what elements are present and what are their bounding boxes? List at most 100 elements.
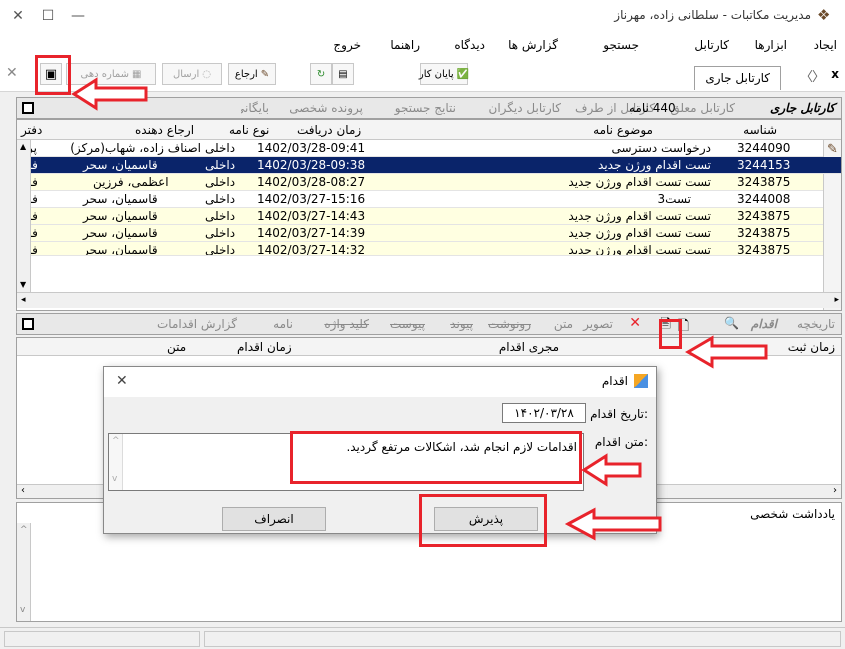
text-scrollbar[interactable]: ^ v — [109, 434, 123, 490]
menu-search[interactable]: جستجو — [603, 38, 639, 52]
tab-text[interactable]: متن — [554, 317, 573, 331]
scroll-up-icon[interactable]: ▲ — [20, 142, 26, 151]
scroll-right-icon[interactable]: ▸ — [834, 295, 839, 305]
tab-image[interactable]: تصویر — [583, 317, 613, 331]
toolbar-close-icon[interactable]: x — [831, 67, 839, 81]
app-logo-icon: ❖ — [817, 6, 831, 24]
nav-back-icon[interactable]: 〈 — [800, 66, 813, 85]
cell-type: داخلی — [205, 192, 236, 206]
tab-search-results[interactable]: نتایج جستجو — [395, 101, 456, 115]
title-bar: ❖ مدیریت مکاتبات - سلطانی زاده، مهرناز —… — [0, 0, 845, 34]
col-action-time[interactable]: زمان اقدام — [237, 340, 292, 354]
scroll-up-icon[interactable]: ^ — [20, 525, 28, 535]
cell-id: 3243875 — [737, 243, 791, 256]
maximize-button[interactable]: ☐ — [34, 6, 62, 26]
save-icon: ▣ — [44, 66, 58, 82]
col-referrer[interactable]: ارجاع دهنده — [135, 123, 194, 137]
table-row[interactable]: 3244008 تست3 1402/03/27-15:16 داخلی قاسم… — [17, 191, 823, 208]
col-subject[interactable]: موضوع نامه — [593, 123, 653, 137]
col-text[interactable]: متن — [167, 340, 186, 354]
restore-icon[interactable] — [22, 318, 34, 330]
col-received[interactable]: زمان دریافت — [297, 123, 361, 137]
cancel-button[interactable]: انصراف — [222, 507, 326, 531]
cell-subject: تست اقدام ورژن جدید — [598, 158, 711, 172]
menu-help[interactable]: راهنما — [390, 38, 420, 52]
cell-type: داخلی — [205, 226, 236, 240]
table-row[interactable]: 3243875 تست تست اقدام ورژن جدید 1402/03/… — [17, 174, 823, 191]
table-row[interactable]: 3244090 درخواست دسترسی 1402/03/28-09:41 … — [17, 140, 823, 157]
col-reg-time[interactable]: زمان ثبت — [788, 340, 835, 354]
scroll-down-icon[interactable]: v — [20, 605, 25, 615]
tab-current-cartable[interactable]: کارتابل جاری — [694, 66, 781, 90]
cell-type: داخلی — [205, 209, 236, 223]
sheet-number-button[interactable]: ▦ شماره دهی — [66, 63, 156, 85]
notes-label: یادداشت شخصی — [750, 507, 835, 521]
refresh-button[interactable]: ↻ — [310, 63, 332, 85]
date-input[interactable]: ۱۴۰۲/۰۳/۲۸ — [502, 403, 586, 423]
dialog-close-icon[interactable]: ✕ — [116, 373, 128, 389]
new-action-icon[interactable]: 🗋 — [678, 315, 689, 339]
action-text-input[interactable]: اقدامات لازم انجام شد، اشکالات مرتفع گرد… — [108, 433, 584, 491]
cell-subject: تست تست اقدام ورژن جدید — [568, 243, 711, 256]
table-row[interactable]: 3243875 تست تست اقدام ورژن جدید 1402/03/… — [17, 208, 823, 225]
delete-icon[interactable]: ✕ — [629, 315, 641, 331]
table-row-selected[interactable]: 3244153 تست اقدام ورژن جدید 1402/03/28-0… — [17, 157, 841, 174]
scroll-up-icon[interactable]: ^ — [112, 436, 120, 446]
scroll-left-icon[interactable]: ◂ — [21, 295, 26, 305]
tab-attachment[interactable]: پیوست — [390, 317, 425, 331]
col-id[interactable]: شناسه — [743, 123, 777, 137]
print-button[interactable]: ▤ — [332, 63, 354, 85]
menu-create[interactable]: ایجاد — [814, 38, 837, 52]
cell-referrer: قاسمیان، سحر — [83, 226, 158, 240]
menu-view[interactable]: دیدگاه — [454, 38, 485, 52]
tab-cartable-current[interactable]: کارتابل جاری — [770, 101, 835, 115]
tab-link[interactable]: پیوند — [450, 317, 473, 331]
menu-tools[interactable]: ابزارها — [755, 38, 787, 52]
status-panel — [204, 631, 841, 647]
minimize-button[interactable]: — — [64, 6, 92, 26]
tab-cartable-suspended[interactable]: کارتابل معلق — [670, 101, 735, 115]
tab-letter[interactable]: نامه — [273, 317, 293, 331]
scroll-down-icon[interactable]: ▼ — [20, 280, 26, 289]
table-row[interactable]: 3243875 تست تست اقدام ورژن جدید 1402/03/… — [17, 242, 823, 256]
menu-cartable[interactable]: کارتابل — [694, 38, 729, 52]
col-office[interactable]: دفتر — [21, 123, 42, 137]
accept-button[interactable]: پذیرش — [434, 507, 538, 531]
tab-history[interactable]: تاریخچه — [797, 317, 835, 331]
menu-reports[interactable]: گزارش ها — [508, 38, 558, 52]
horizontal-scrollbar[interactable]: ◂ ▸ — [17, 292, 841, 308]
scroll-left-icon[interactable]: ‹ — [21, 485, 25, 496]
tab-action-report[interactable]: گزارش اقدامات — [157, 317, 237, 331]
cell-type: داخلی — [205, 141, 236, 155]
menu-exit[interactable]: خروج — [333, 38, 361, 52]
window-title: مدیریت مکاتبات - سلطانی زاده، مهرناز — [614, 8, 811, 22]
notes-scrollbar[interactable]: ^ v — [17, 523, 31, 621]
send-button[interactable]: ◌ ارسال — [162, 63, 222, 85]
end-work-button[interactable]: ✅ پایان کار — [419, 63, 469, 85]
preview-icon[interactable]: 🔍 — [724, 316, 739, 330]
cell-type: داخلی — [205, 158, 236, 172]
attach-icon[interactable]: 🖹 — [661, 315, 671, 337]
tab-archive[interactable]: بایگانی — [241, 101, 269, 115]
cell-referrer: اعظمی، فرزین — [93, 175, 169, 189]
cell-subject: تست تست اقدام ورژن جدید — [568, 226, 711, 240]
tab-keyword[interactable]: کلید واژه — [324, 317, 369, 331]
vertical-scrollbar[interactable]: ▲ ▼ — [17, 140, 31, 292]
save-button[interactable]: ▣ — [40, 63, 62, 85]
scroll-right-icon[interactable]: › — [833, 485, 837, 496]
restore-icon[interactable] — [22, 102, 34, 114]
letters-table: شناسه موضوع نامه زمان دریافت نوع نامه ار… — [16, 119, 842, 311]
col-actor[interactable]: مجری اقدام — [499, 340, 559, 354]
refer-button[interactable]: ✎ ارجاع — [228, 63, 276, 85]
table-row[interactable]: 3243875 تست تست اقدام ورژن جدید 1402/03/… — [17, 225, 823, 242]
tab-cartable-others[interactable]: کارتابل دیگران — [489, 101, 561, 115]
nav-forward-icon[interactable]: 〉 — [812, 66, 825, 85]
dialog-app-icon — [634, 374, 648, 388]
scroll-down-icon[interactable]: v — [112, 474, 117, 484]
col-type[interactable]: نوع نامه — [229, 123, 269, 137]
tab-copy[interactable]: رونوشت — [488, 317, 531, 331]
tab-personal-file[interactable]: پرونده شخصی — [289, 101, 363, 115]
close-panel-icon[interactable]: ✕ — [6, 65, 18, 81]
close-button[interactable]: ✕ — [4, 6, 32, 26]
tab-action[interactable]: اقدام — [751, 317, 777, 331]
